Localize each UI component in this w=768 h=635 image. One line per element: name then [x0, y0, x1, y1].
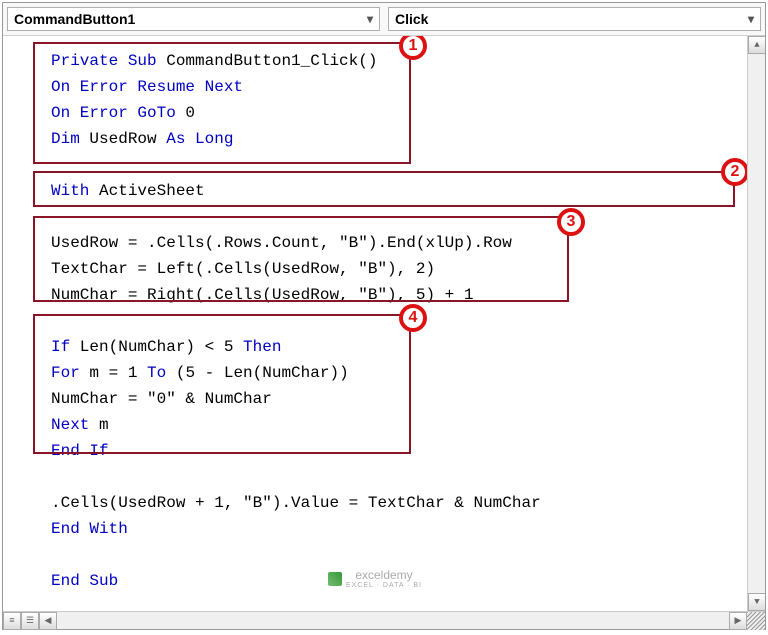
badge-2: 2 [721, 158, 747, 186]
full-module-view-icon[interactable]: ☰ [21, 612, 39, 630]
code-block: Private Sub CommandButton1_Click() On Er… [51, 48, 735, 594]
code-content[interactable]: Private Sub CommandButton1_Click() On Er… [3, 36, 747, 611]
watermark-tag: EXCEL · DATA · BI [346, 582, 422, 589]
horizontal-scrollbar[interactable]: ≡ ☰ ◀ ▶ [3, 611, 765, 629]
resize-grip-icon[interactable] [747, 612, 765, 630]
badge-4: 4 [399, 304, 427, 332]
scroll-up-icon[interactable]: ▲ [748, 36, 765, 54]
chevron-down-icon: ▾ [367, 12, 373, 26]
dropdown-bar: CommandButton1 ▾ Click ▾ [3, 3, 765, 36]
badge-3: 3 [557, 208, 585, 236]
scroll-left-icon[interactable]: ◀ [39, 612, 57, 630]
object-value: CommandButton1 [14, 11, 135, 27]
event-dropdown[interactable]: Click ▾ [388, 7, 761, 31]
watermark-logo-icon [328, 572, 342, 586]
object-dropdown[interactable]: CommandButton1 ▾ [7, 7, 380, 31]
event-value: Click [395, 11, 428, 27]
scroll-track[interactable] [57, 612, 729, 629]
scroll-track[interactable] [748, 54, 765, 593]
scroll-down-icon[interactable]: ▼ [748, 593, 765, 611]
procedure-view-icon[interactable]: ≡ [3, 612, 21, 630]
watermark-name: exceldemy [355, 568, 412, 582]
watermark: exceldemy EXCEL · DATA · BI [328, 568, 422, 589]
chevron-down-icon: ▾ [748, 12, 754, 26]
vertical-scrollbar[interactable]: ▲ ▼ [747, 36, 765, 611]
vba-editor-window: CommandButton1 ▾ Click ▾ Private Sub Com… [2, 2, 766, 630]
code-area: Private Sub CommandButton1_Click() On Er… [3, 36, 765, 611]
scroll-right-icon[interactable]: ▶ [729, 612, 747, 630]
